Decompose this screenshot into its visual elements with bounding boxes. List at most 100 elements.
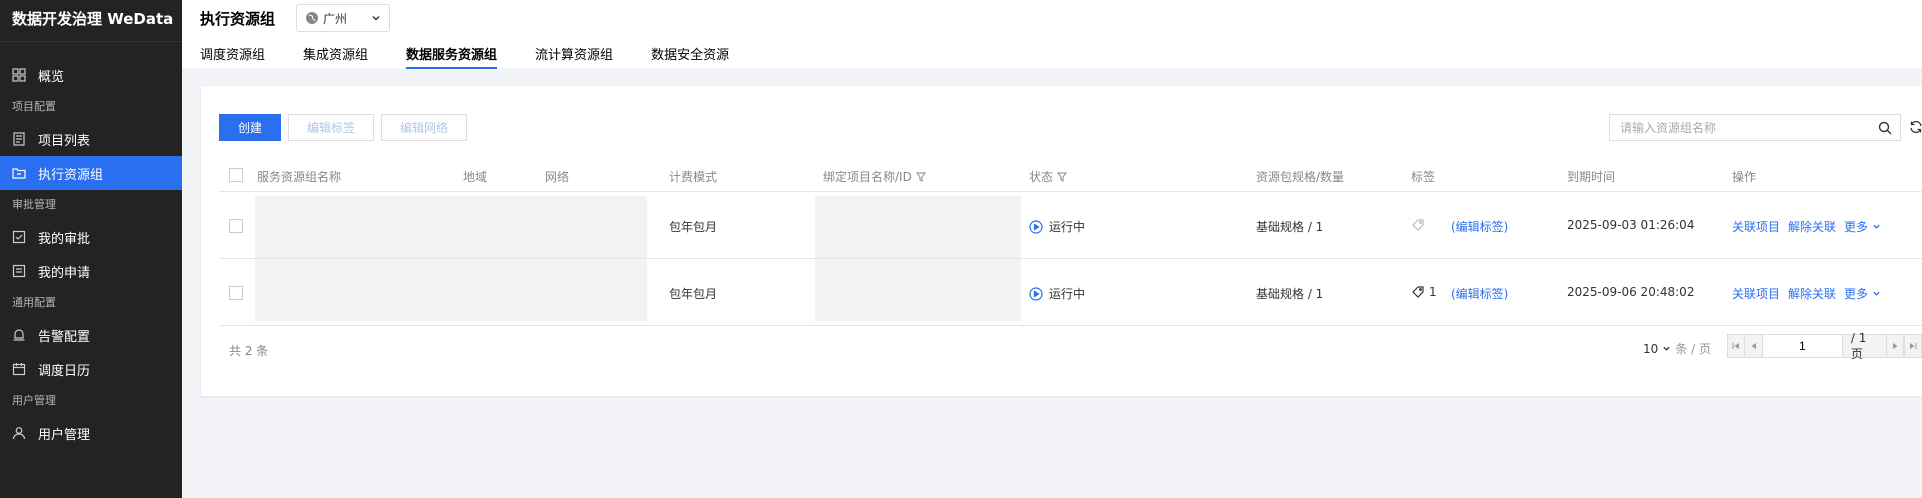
col-project: 绑定项目名称/ID: [823, 168, 926, 185]
filter-icon[interactable]: [1057, 172, 1068, 182]
col-expiry: 到期时间: [1567, 170, 1616, 184]
sidebar-item-label: 执行资源组: [38, 167, 104, 183]
prev-page-button[interactable]: [1745, 335, 1763, 357]
tag-cell: [1411, 218, 1429, 232]
col-name: 服务资源组名称: [257, 170, 342, 184]
link-project-button[interactable]: 关联项目: [1732, 285, 1780, 302]
table-row: 包年包月 运行中 基础规格 / 1 1 (编辑标签) 2025-09-06 20…: [219, 259, 1922, 326]
sidebar-group-users: 用户管理: [12, 394, 56, 407]
tab-bar: 调度资源组 集成资源组 数据服务资源组 流计算资源组 数据安全资源: [200, 44, 767, 69]
running-icon: [1029, 219, 1043, 234]
edit-tags-button[interactable]: 编辑标签: [288, 114, 375, 141]
next-page-icon: [1892, 343, 1898, 349]
search-icon[interactable]: [1878, 121, 1892, 135]
application-icon: [12, 264, 26, 278]
col-region: 地域: [463, 170, 488, 184]
sidebar: 数据开发治理 WeData 概览 项目配置 项目列表 执行资源组 审批管理 我的…: [0, 0, 182, 498]
row-checkbox[interactable]: [229, 219, 243, 233]
sidebar-item-my-approvals[interactable]: 我的审批: [0, 220, 182, 254]
filter-icon[interactable]: [915, 172, 926, 182]
col-status-label: 状态: [1029, 170, 1054, 184]
status-cell: 运行中: [1029, 218, 1085, 235]
sidebar-item-label: 调度日历: [38, 363, 91, 379]
col-tags: 标签: [1411, 170, 1436, 184]
page-size-selector[interactable]: 10 条 / 页: [1643, 340, 1711, 357]
spec-cell: 基础规格 / 1: [1256, 287, 1324, 301]
region-label: 广州: [323, 11, 348, 26]
refresh-icon[interactable]: [1909, 120, 1922, 134]
sidebar-group-project: 项目配置: [12, 100, 56, 113]
spec-cell: 基础规格 / 1: [1256, 220, 1324, 234]
col-project-label: 绑定项目名称/ID: [823, 170, 912, 184]
more-label: 更多: [1844, 220, 1869, 234]
page-size-unit: 条 / 页: [1675, 342, 1711, 356]
tab-data-service[interactable]: 数据服务资源组: [406, 44, 498, 69]
folder-icon: [12, 166, 26, 180]
col-spec: 资源包规格/数量: [1256, 170, 1345, 184]
col-network: 网络: [545, 170, 570, 184]
prev-page-icon: [1751, 343, 1756, 349]
tab-integration[interactable]: 集成资源组: [303, 44, 368, 69]
globe-icon: [306, 12, 318, 24]
chevron-down-icon: [1873, 291, 1880, 296]
create-button[interactable]: 创建: [219, 114, 282, 141]
sidebar-item-my-applications[interactable]: 我的申请: [0, 254, 182, 288]
sidebar-item-project-list[interactable]: 项目列表: [0, 122, 182, 156]
expiry-cell: 2025-09-06 20:48:02: [1567, 285, 1695, 299]
table-header: 服务资源组名称 地域 网络 计费模式 绑定项目名称/ID 状态 资源包规格/数量…: [219, 158, 1922, 192]
pagination: / 1 页: [1727, 331, 1922, 361]
sidebar-item-label: 告警配置: [38, 329, 91, 345]
col-status: 状态: [1029, 168, 1068, 185]
col-billing: 计费模式: [669, 170, 718, 184]
page-size-value: 10: [1643, 341, 1659, 356]
sidebar-item-alerts[interactable]: 告警配置: [0, 318, 182, 352]
edit-tag-link[interactable]: (编辑标签): [1451, 285, 1508, 302]
more-button[interactable]: 更多: [1844, 218, 1881, 235]
app-title: 数据开发治理 WeData: [0, 0, 182, 42]
sidebar-item-label: 用户管理: [38, 427, 91, 443]
sidebar-item-overview[interactable]: 概览: [0, 58, 182, 92]
running-icon: [1029, 286, 1043, 301]
select-all-checkbox[interactable]: [229, 168, 243, 182]
more-label: 更多: [1844, 287, 1869, 301]
search-input[interactable]: [1620, 120, 1878, 135]
row-checkbox[interactable]: [229, 286, 243, 300]
sidebar-group-approval: 审批管理: [12, 198, 56, 211]
unlink-project-button[interactable]: 解除关联: [1788, 285, 1836, 302]
tag-cell: 1: [1411, 285, 1437, 299]
user-icon: [12, 426, 26, 440]
ops-cell: 关联项目 解除关联 更多: [1732, 218, 1881, 235]
project-placeholder: [815, 259, 1021, 321]
more-button[interactable]: 更多: [1844, 285, 1881, 302]
first-page-icon: [1732, 343, 1740, 349]
dashboard-icon: [12, 68, 26, 82]
approval-icon: [12, 230, 26, 244]
name-region-network-placeholder: [255, 259, 647, 321]
tab-schedule[interactable]: 调度资源组: [200, 44, 265, 69]
edit-tag-link[interactable]: (编辑标签): [1451, 218, 1508, 235]
tab-data-security[interactable]: 数据安全资源: [651, 44, 729, 69]
sidebar-group-general: 通用配置: [12, 296, 56, 309]
next-page-button[interactable]: [1885, 335, 1904, 357]
edit-network-button[interactable]: 编辑网络: [381, 114, 468, 141]
page-header: 执行资源组 广州 调度资源组 集成资源组 数据服务资源组 流计算资源组 数据安全…: [182, 0, 1922, 69]
sidebar-item-resource-group[interactable]: 执行资源组: [0, 156, 182, 190]
sidebar-item-calendar[interactable]: 调度日历: [0, 352, 182, 386]
first-page-button[interactable]: [1728, 335, 1746, 357]
tab-stream-compute[interactable]: 流计算资源组: [535, 44, 613, 69]
region-selector[interactable]: 广州: [296, 4, 391, 32]
sidebar-item-label: 项目列表: [38, 133, 91, 149]
last-page-icon: [1909, 343, 1917, 349]
sidebar-item-label: 我的审批: [38, 231, 91, 247]
unlink-project-button[interactable]: 解除关联: [1788, 218, 1836, 235]
col-ops: 操作: [1732, 170, 1757, 184]
chevron-down-icon: [1663, 346, 1670, 351]
link-project-button[interactable]: 关联项目: [1732, 218, 1780, 235]
tag-icon: [1412, 286, 1424, 298]
sidebar-item-label: 我的申请: [38, 265, 91, 281]
page-input[interactable]: [1762, 335, 1843, 357]
billing-mode: 包年包月: [669, 220, 718, 234]
page-title: 执行资源组: [200, 10, 276, 28]
last-page-button[interactable]: [1903, 335, 1921, 357]
sidebar-item-user-management[interactable]: 用户管理: [0, 416, 182, 450]
